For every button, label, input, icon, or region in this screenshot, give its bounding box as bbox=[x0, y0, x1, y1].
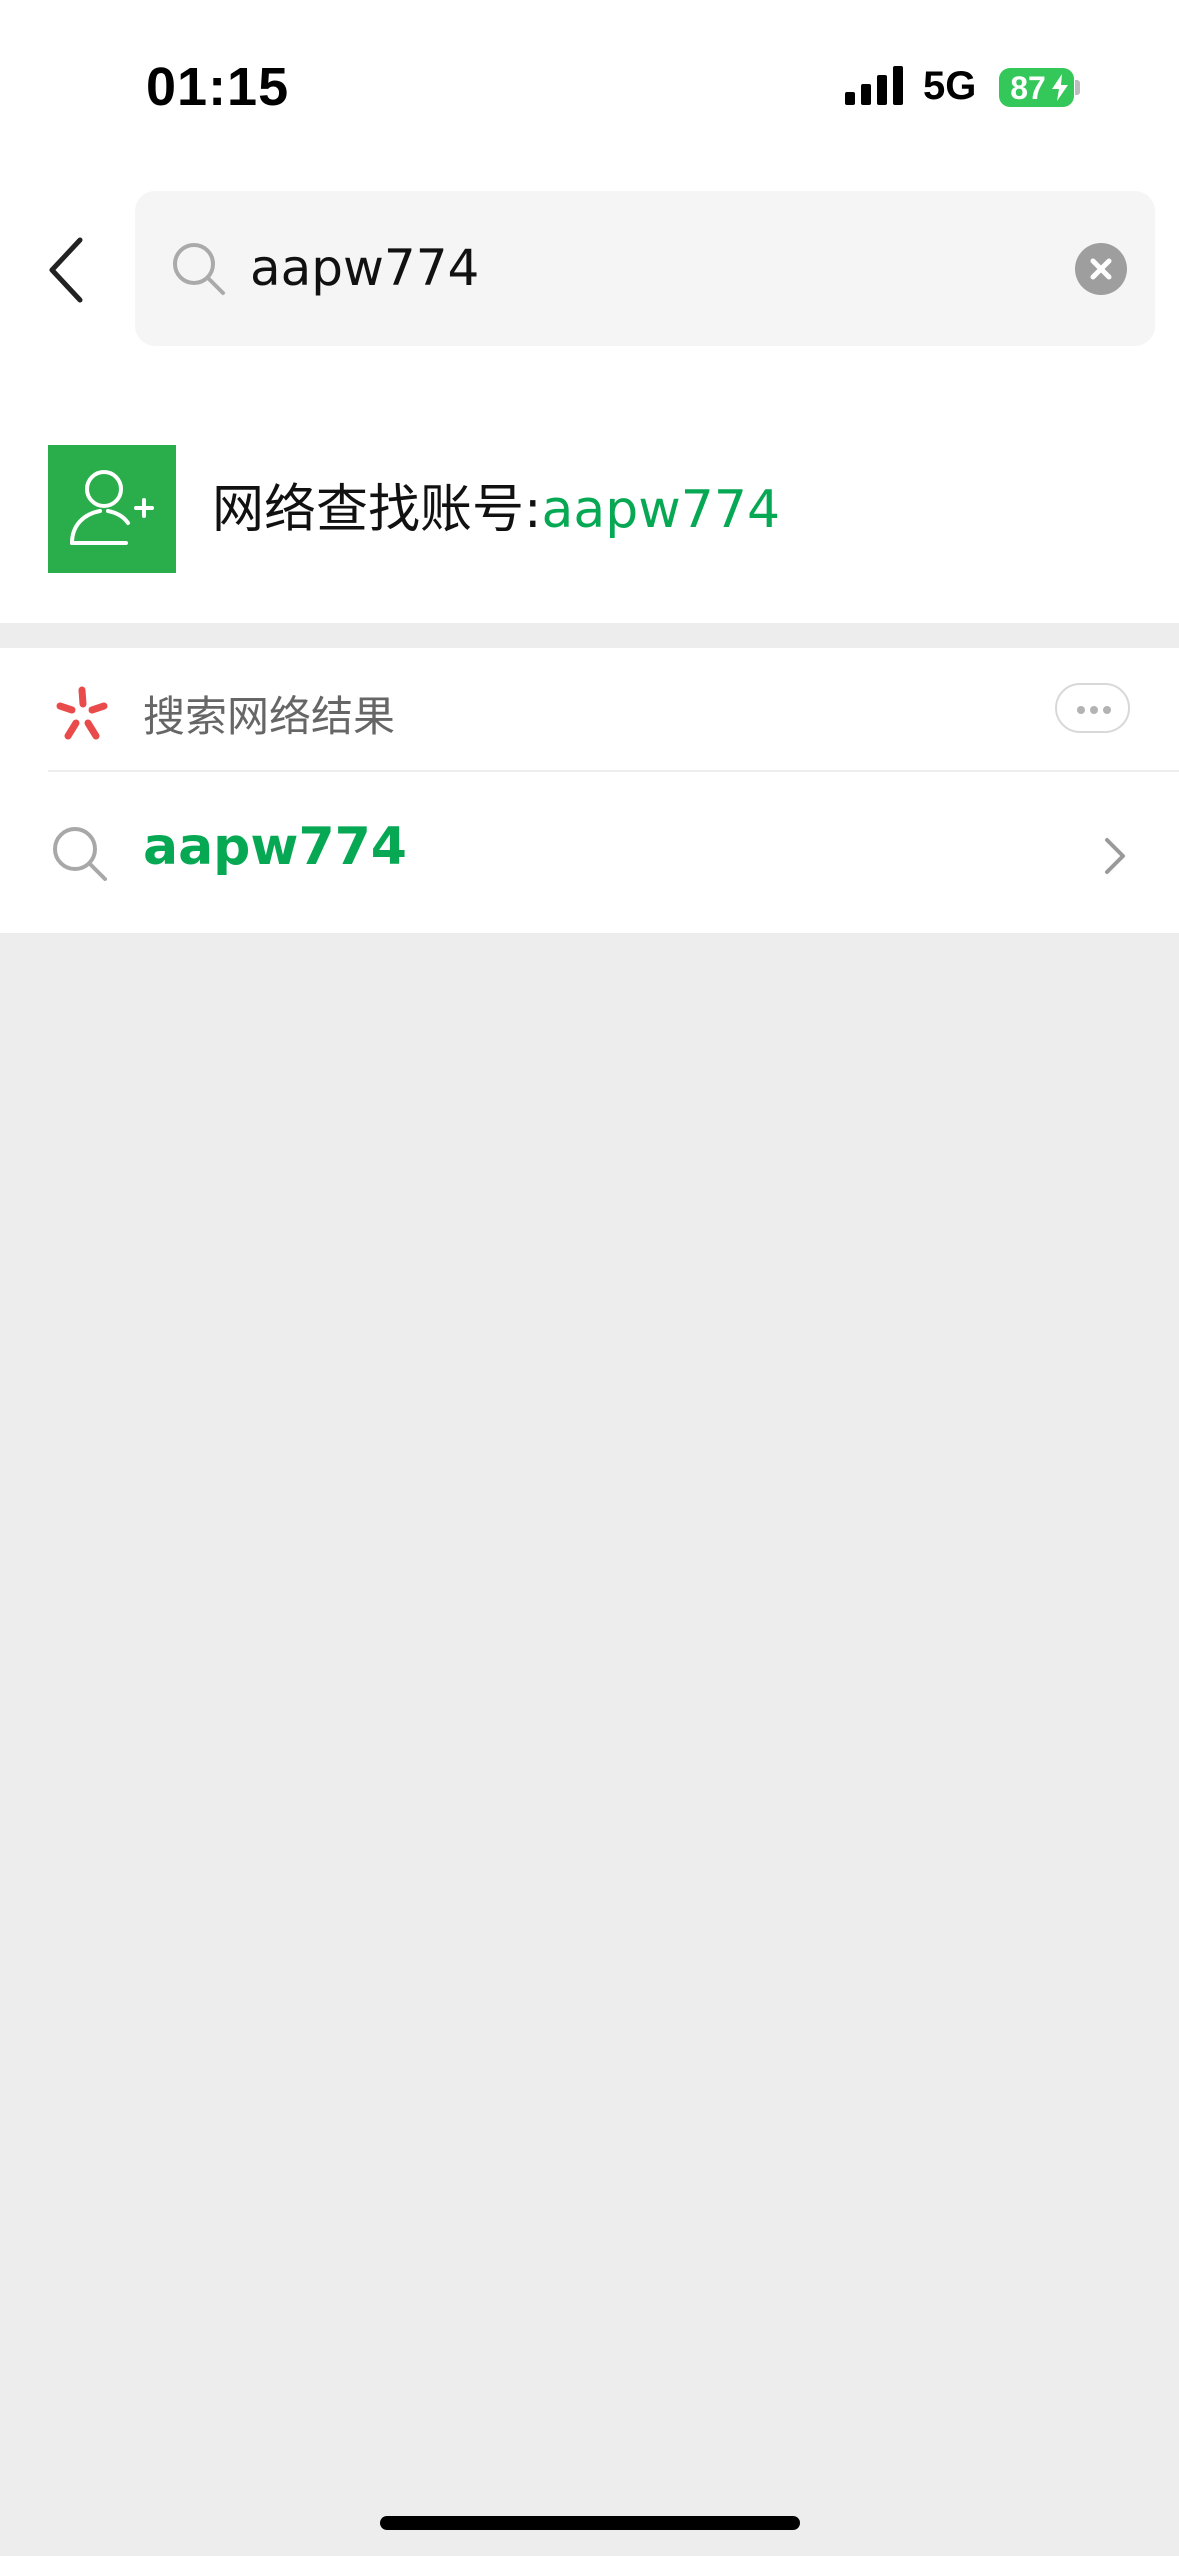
battery-indicator: 87 bbox=[999, 68, 1074, 107]
find-account-text: 网络查找账号:aapw774 bbox=[212, 475, 780, 545]
more-icon bbox=[1090, 706, 1098, 714]
battery-cap bbox=[1075, 80, 1080, 95]
section-separator bbox=[0, 623, 1179, 648]
back-button[interactable] bbox=[40, 230, 100, 310]
more-icon bbox=[1077, 706, 1085, 714]
chevron-right-icon bbox=[1105, 838, 1125, 874]
status-time: 01:15 bbox=[146, 57, 290, 117]
clear-icon bbox=[1090, 258, 1112, 280]
battery-level: 87 bbox=[1010, 70, 1046, 106]
find-account-row[interactable]: 网络查找账号:aapw774 bbox=[0, 430, 1179, 590]
web-search-section: 搜索网络结果 aapw774 bbox=[0, 648, 1179, 933]
home-indicator[interactable] bbox=[380, 2516, 800, 2530]
search-box[interactable]: aapw774 bbox=[135, 191, 1155, 346]
search-logo-icon bbox=[56, 686, 108, 740]
clear-button[interactable] bbox=[1075, 243, 1127, 295]
find-account-keyword: aapw774 bbox=[541, 480, 781, 540]
search-icon bbox=[173, 243, 225, 295]
add-user-icon bbox=[48, 445, 176, 573]
network-type: 5G bbox=[923, 64, 977, 108]
charging-bolt-icon bbox=[1052, 74, 1068, 101]
more-button[interactable] bbox=[1055, 683, 1130, 733]
search-icon bbox=[53, 827, 107, 881]
search-input[interactable]: aapw774 bbox=[250, 233, 479, 303]
find-account-label: 网络查找账号: bbox=[212, 480, 542, 540]
signal-icon bbox=[845, 66, 903, 105]
more-icon bbox=[1103, 706, 1111, 714]
web-result-text: aapw774 bbox=[143, 817, 407, 877]
web-result-row[interactable]: aapw774 bbox=[0, 772, 1179, 933]
web-search-title: 搜索网络结果 bbox=[143, 692, 396, 741]
